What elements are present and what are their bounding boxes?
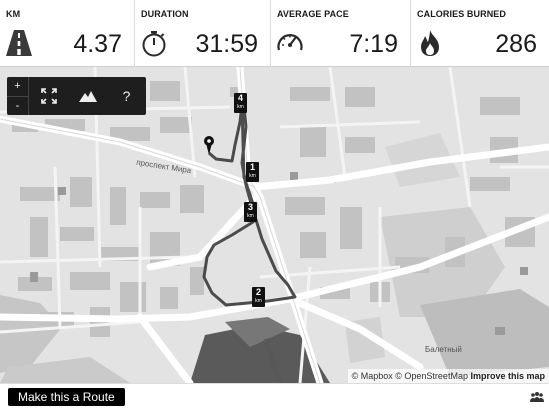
route-map[interactable]: проспект Мира Промышленная ул Балетный 4…	[0, 67, 549, 383]
km-marker-unit: km	[255, 298, 262, 304]
improve-map-link[interactable]: Improve this map	[470, 371, 545, 381]
stat-value: 31:59	[195, 30, 258, 58]
km-marker: 1 km	[246, 162, 259, 182]
stat-label: AVERAGE PACE	[277, 9, 349, 19]
fullscreen-icon	[40, 88, 57, 104]
km-marker-unit: km	[247, 213, 254, 219]
km-marker: 4 km	[234, 93, 247, 113]
stat-value: 4.37	[73, 30, 122, 58]
km-marker-unit: km	[237, 104, 244, 110]
stat-label: CALORIES BURNED	[417, 9, 507, 19]
km-marker: 2 km	[252, 287, 265, 307]
people-icon[interactable]	[530, 391, 544, 403]
mountain-icon	[78, 91, 97, 102]
make-route-button[interactable]: Make this a Route	[8, 388, 125, 406]
km-marker-number: 3	[247, 202, 253, 212]
km-marker-number: 2	[255, 287, 261, 297]
stat-calories: CALORIES BURNED 286	[411, 0, 549, 67]
zoom-controls: + -	[7, 77, 29, 115]
stat-label: KM	[6, 9, 21, 19]
km-marker-number: 1	[249, 162, 255, 172]
speedometer-icon	[275, 28, 305, 58]
terrain-button[interactable]	[68, 77, 107, 115]
km-marker-number: 4	[237, 93, 243, 103]
osm-attribution-link[interactable]: © OpenStreetMap	[395, 371, 468, 381]
help-button[interactable]: ?	[107, 77, 146, 115]
stat-duration: DURATION 31:59	[135, 0, 271, 67]
stats-bar: KM 4.37 DURATION 31:59 AVERAGE PACE 7:19…	[0, 0, 549, 67]
road-icon	[4, 28, 34, 58]
stat-distance: KM 4.37	[0, 0, 135, 67]
stat-value: 7:19	[349, 30, 398, 58]
footer-bar: Make this a Route	[0, 383, 549, 408]
stopwatch-icon	[139, 28, 169, 58]
map-controls: + - ?	[7, 77, 146, 115]
stat-label: DURATION	[141, 9, 189, 19]
zoom-out-button[interactable]: -	[7, 95, 28, 116]
street-label-baletny: Балетный	[425, 345, 462, 354]
map-attribution: © Mapbox © OpenStreetMap Improve this ma…	[347, 369, 549, 383]
zoom-in-button[interactable]: +	[7, 77, 28, 96]
mapbox-attribution-link[interactable]: © Mapbox	[352, 371, 393, 381]
stat-pace: AVERAGE PACE 7:19	[271, 0, 411, 67]
stat-value: 286	[495, 30, 537, 58]
flame-icon	[415, 28, 445, 58]
km-marker-unit: km	[249, 173, 256, 179]
km-marker: 3 km	[244, 202, 257, 222]
fullscreen-button[interactable]	[29, 77, 68, 115]
